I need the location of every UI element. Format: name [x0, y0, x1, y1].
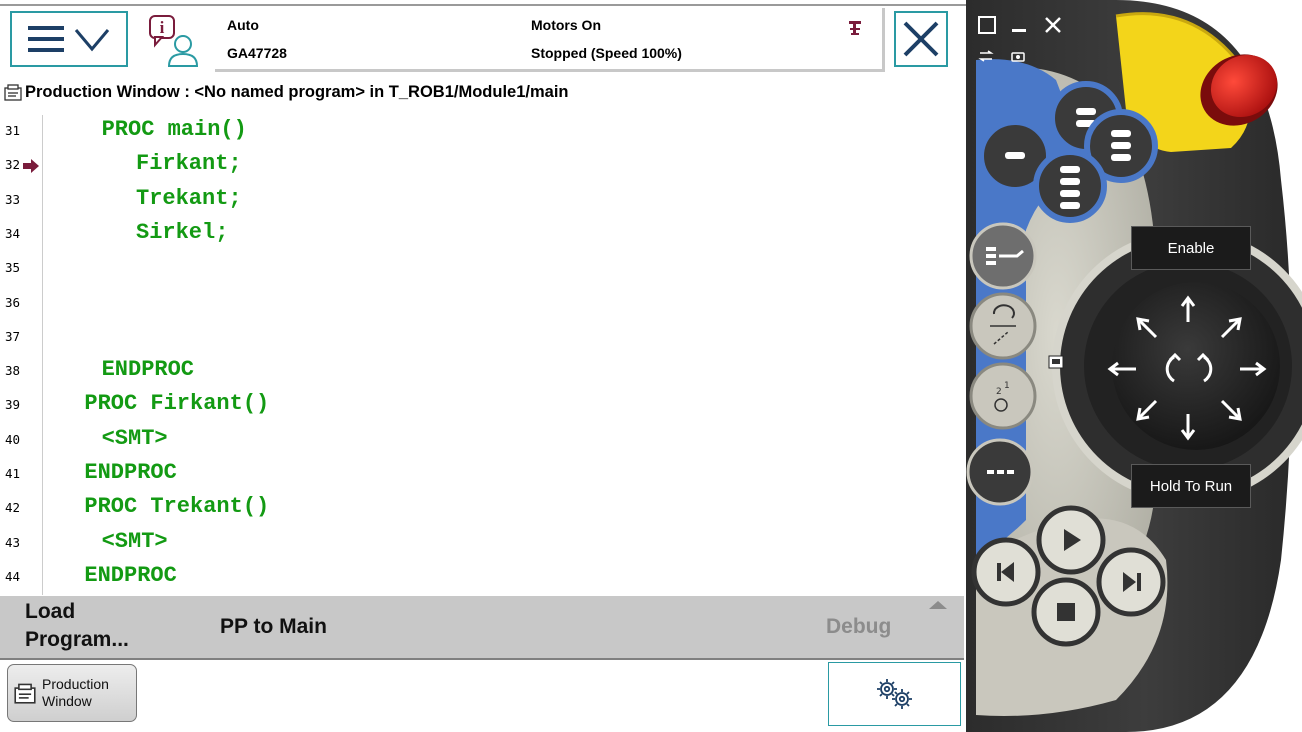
code-line[interactable]: 34 Sirkel;: [0, 218, 964, 252]
code-line[interactable]: 41 ENDPROC: [0, 458, 964, 492]
programmable-key-4[interactable]: [1033, 149, 1107, 223]
line-number: 37: [5, 328, 21, 344]
info-person-icon: i: [149, 15, 199, 67]
usb-port-icon: [1048, 355, 1064, 369]
code-text: ENDPROC: [101, 357, 195, 383]
code-line[interactable]: 37: [0, 321, 964, 355]
line-number: 40: [5, 431, 21, 447]
program-pointer-icon: [23, 159, 39, 174]
line-number: 33: [5, 191, 21, 207]
code-text: ENDPROC: [84, 460, 177, 485]
virtual-flexpendant: 2 1 Enable Hold To Run: [966, 0, 1302, 732]
stop-key[interactable]: [1031, 577, 1101, 647]
step-backward-key[interactable]: [971, 537, 1041, 607]
line-number: 39: [5, 397, 21, 413]
event-log-icon[interactable]: i: [147, 14, 207, 74]
header-border: [0, 4, 966, 6]
pendant-keys-layer: 2 1: [966, 81, 1267, 647]
quickset-button[interactable]: [828, 662, 961, 726]
code-text: <SMT>: [101, 425, 168, 451]
toggle-motion-mode-key[interactable]: [969, 292, 1037, 360]
code-line[interactable]: 42 PROC Trekant(): [0, 492, 964, 526]
load-program-label-line2: Program...: [25, 628, 129, 651]
taskbar-production-window[interactable]: Production Window: [7, 664, 137, 722]
enable-label: Enable: [1167, 240, 1215, 257]
taskbar: Production Window: [0, 660, 964, 732]
system-name: GA47728: [227, 45, 287, 61]
select-mechanical-unit-key[interactable]: [969, 222, 1037, 290]
hold-to-run-button[interactable]: Hold To Run: [1131, 464, 1251, 508]
line-number: 35: [5, 260, 21, 276]
code-line[interactable]: 35: [0, 252, 964, 286]
line-number: 36: [5, 294, 21, 310]
code-text: PROC Firkant(): [84, 391, 270, 417]
code-line[interactable]: 32 Firkant;: [0, 149, 964, 183]
code-text: PROC main(): [101, 117, 247, 142]
line-number: 34: [5, 225, 21, 241]
line-number: 43: [5, 534, 21, 550]
code-text: Firkant;: [136, 151, 242, 177]
increment-key[interactable]: [966, 438, 1034, 506]
code-text: Trekant;: [136, 185, 242, 211]
code-text: PROC Trekant(): [84, 494, 270, 520]
line-number: 42: [5, 500, 21, 516]
code-line[interactable]: 38 ENDPROC: [0, 355, 964, 389]
close-x-icon: [903, 21, 939, 57]
toggle-increment-key[interactable]: 2 1: [969, 362, 1037, 430]
code-line[interactable]: 33 Trekant;: [0, 184, 964, 218]
svg-text:1: 1: [1004, 381, 1010, 391]
status-header: i Auto GA47728 Motors On Stopped (Speed …: [0, 0, 966, 80]
window-title: Production Window : <No named program> i…: [25, 82, 569, 101]
window-title-bar: Production Window : <No named program> i…: [0, 80, 966, 104]
enable-button[interactable]: Enable: [1131, 226, 1251, 270]
debug-caret-up-icon: [929, 601, 947, 609]
close-window-button[interactable]: [894, 11, 948, 67]
svg-text:i: i: [160, 18, 165, 37]
debug-button[interactable]: Debug: [826, 596, 926, 658]
code-line[interactable]: 36: [0, 287, 964, 321]
code-line[interactable]: 43 <SMT>: [0, 527, 964, 561]
taskbar-production-label-line1: Production: [42, 676, 109, 692]
hold-to-run-label: Hold To Run: [1149, 478, 1233, 495]
taskbar-production-label: Production Window: [42, 676, 128, 710]
code-text: Sirkel;: [136, 219, 229, 245]
pp-to-main-button[interactable]: PP to Main: [220, 596, 390, 658]
operating-mode: Auto: [227, 17, 259, 33]
svg-text:2: 2: [996, 387, 1002, 397]
run-start-key[interactable]: [1036, 505, 1106, 575]
status-bar[interactable]: Auto GA47728 Motors On Stopped (Speed 10…: [215, 8, 885, 72]
flexpendant-screen: i Auto GA47728 Motors On Stopped (Speed …: [0, 0, 966, 732]
code-text: ENDPROC: [84, 562, 177, 588]
gears-icon: [876, 679, 912, 709]
robot-task-icon: [849, 21, 861, 35]
program-editor[interactable]: 31 PROC main() 32 Firkant; 33 Trekant; 34 Sirke…: [0, 115, 964, 595]
code-text: <SMT>: [101, 528, 168, 554]
production-window-icon: [4, 84, 22, 101]
run-state: Stopped (Speed 100%): [531, 45, 682, 61]
step-forward-key[interactable]: [1096, 547, 1166, 617]
line-number: 38: [5, 363, 21, 379]
line-number: 41: [5, 466, 21, 481]
hamburger-chevron-icon: [28, 26, 110, 52]
line-number: 31: [5, 123, 21, 138]
load-program-button[interactable]: Load Program...: [25, 598, 175, 656]
line-number: 32: [5, 157, 21, 173]
abb-menu-button[interactable]: [10, 11, 128, 67]
line-number: 44: [5, 568, 21, 584]
production-window-icon: [14, 683, 36, 704]
load-program-label-line1: Load: [25, 600, 76, 623]
code-line[interactable]: 39 PROC Firkant(): [0, 389, 964, 423]
code-line[interactable]: 31 PROC main(): [0, 115, 964, 149]
code-line[interactable]: 44 ENDPROC: [0, 561, 964, 595]
joystick[interactable]: [1107, 295, 1267, 441]
code-line[interactable]: 40 <SMT>: [0, 424, 964, 458]
command-bar: Load Program... PP to Main Debug: [0, 596, 964, 658]
motors-state: Motors On: [531, 17, 601, 33]
taskbar-production-label-line2: Window: [42, 693, 92, 709]
